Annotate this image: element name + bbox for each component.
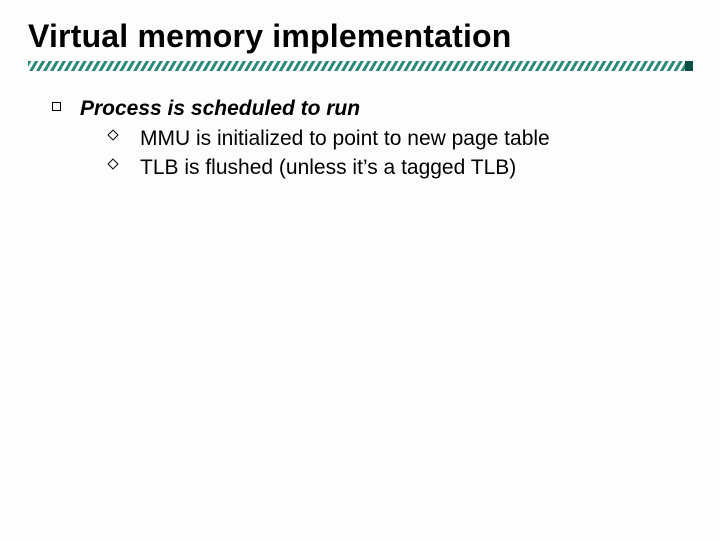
diamond-bullet-icon [108, 125, 140, 139]
slide-title: Virtual memory implementation [28, 18, 692, 55]
list-item-label: Process is scheduled to run [80, 95, 360, 123]
list-item-label: TLB is flushed (unless it’s a tagged TLB… [140, 154, 516, 182]
list-item: MMU is initialized to point to new page … [52, 125, 692, 153]
list-item-label: MMU is initialized to point to new page … [140, 125, 550, 153]
content-area: Process is scheduled to run MMU is initi… [28, 95, 692, 182]
title-divider [28, 61, 693, 71]
list-item: Process is scheduled to run [52, 95, 692, 123]
slide: Virtual memory implementation Process is… [0, 0, 720, 540]
diamond-bullet-icon [108, 154, 140, 168]
square-bullet-icon [52, 95, 80, 111]
list-item: TLB is flushed (unless it’s a tagged TLB… [52, 154, 692, 182]
